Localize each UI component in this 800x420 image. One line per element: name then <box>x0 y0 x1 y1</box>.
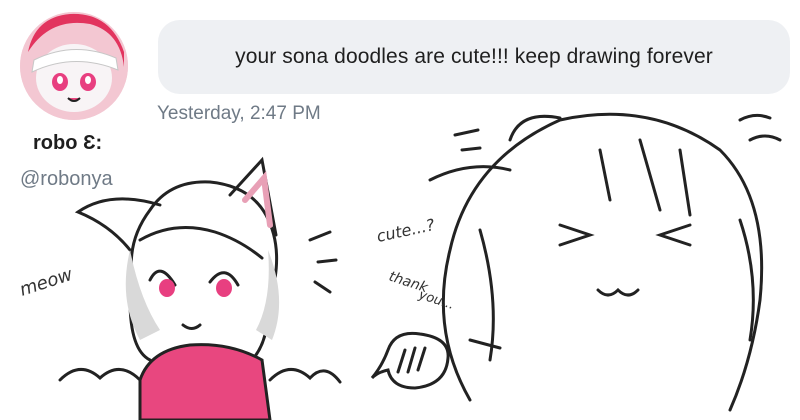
user-display-name[interactable]: robo Ɛ: <box>33 132 102 155</box>
pink-shirt-shape <box>138 343 272 420</box>
caption-meow: meow <box>17 264 75 301</box>
user-avatar[interactable] <box>20 12 128 120</box>
avatar-image <box>20 12 128 120</box>
message-timestamp: Yesterday, 2:47 PM <box>157 103 321 124</box>
left-character-sketch <box>58 156 342 384</box>
message-text: your sona doodles are cute!!! keep drawi… <box>235 45 713 68</box>
caption-you: you... <box>416 287 456 313</box>
user-handle[interactable]: @robonya <box>20 168 113 191</box>
caption-thank: thank <box>387 269 431 297</box>
right-character-sketch <box>370 112 782 412</box>
caption-cute: cute...? <box>375 215 437 246</box>
message-bubble[interactable]: your sona doodles are cute!!! keep drawi… <box>158 20 790 94</box>
